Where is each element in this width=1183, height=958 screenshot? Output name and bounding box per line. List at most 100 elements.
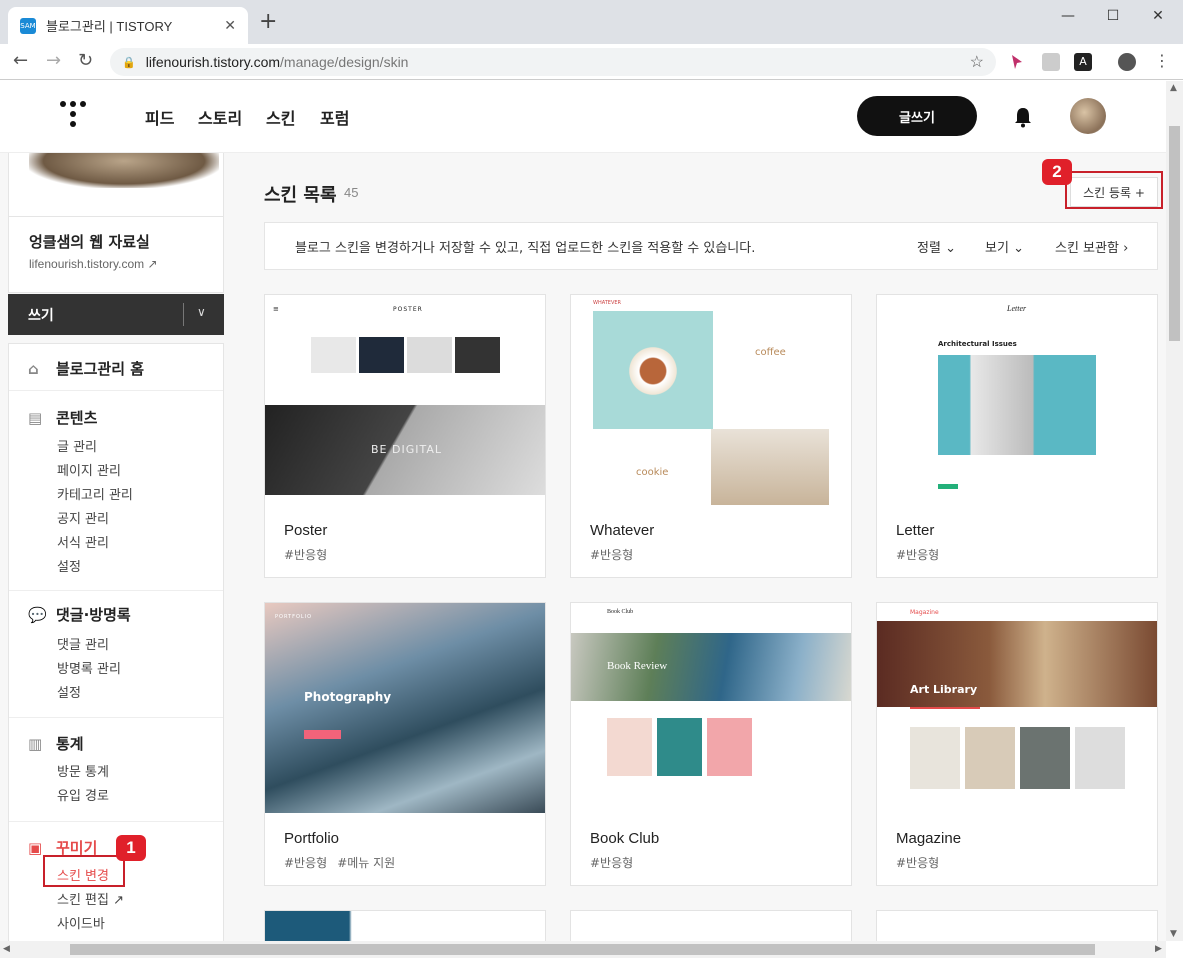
sidebar-sub-sidebar[interactable]: 사이드바 — [57, 913, 105, 932]
skin-name: Poster — [284, 522, 328, 539]
profile-icon[interactable] — [1118, 53, 1136, 71]
minimize-icon[interactable]: — — [1058, 6, 1078, 26]
sidebar-sub-visits[interactable]: 방문 통계 — [57, 761, 109, 780]
sidebar-sub-posts[interactable]: 글 관리 — [57, 436, 97, 455]
skin-card-portfolio[interactable]: PORTFOLIO Photography Portfolio #반응형 #메뉴 … — [264, 602, 546, 886]
browser-tab[interactable]: SAM 블로그관리 | TISTORY ✕ — [8, 7, 248, 44]
skin-thumbnail: PORTFOLIO Photography — [265, 603, 545, 813]
view-dropdown[interactable]: 보기 ⌄ — [985, 237, 1024, 256]
sidebar-sub-templates[interactable]: 서식 관리 — [57, 532, 109, 551]
blog-profile-image — [8, 153, 224, 217]
sidebar-group-contents: ▤ 콘텐츠 글 관리 페이지 관리 카테고리 관리 공지 관리 서식 관리 설정 — [9, 391, 223, 591]
tistory-logo-icon[interactable] — [60, 101, 86, 131]
nav-feed[interactable]: 피드 — [145, 105, 174, 129]
sidebar-sub-comments-settings[interactable]: 설정 — [57, 682, 81, 701]
skin-card-magazine[interactable]: Magazine Art Library Magazine #반응형 — [876, 602, 1158, 886]
skin-thumbnail: WHATEVER coffee cookie — [571, 295, 851, 505]
lock-icon: 🔒 — [122, 56, 136, 69]
skin-card-poster[interactable]: ≡ POSTER BE DIGITAL Poster #반응형 — [264, 294, 546, 578]
back-icon[interactable]: ← — [13, 51, 28, 71]
annotation-badge-2: 2 — [1042, 159, 1072, 185]
skin-tags: #반응형 — [896, 548, 940, 562]
blog-url[interactable]: lifenourish.tistory.com ↗ — [29, 257, 158, 271]
info-bar: 블로그 스킨을 변경하거나 저장할 수 있고, 직접 업로드한 스킨을 적용할 … — [264, 222, 1158, 270]
sidebar-sub-pages[interactable]: 페이지 관리 — [57, 460, 121, 479]
close-window-icon[interactable]: ✕ — [1148, 6, 1168, 26]
horizontal-scrollbar[interactable]: ◀ ▶ — [0, 941, 1166, 958]
maximize-icon[interactable]: ☐ — [1103, 6, 1123, 26]
sidebar-sub-contents-settings[interactable]: 설정 — [57, 556, 81, 575]
extension-a-icon[interactable]: A — [1074, 53, 1092, 71]
bookmark-star-icon[interactable]: ☆ — [970, 52, 984, 72]
tab-close-icon[interactable]: ✕ — [224, 18, 236, 34]
forward-icon[interactable]: → — [46, 51, 61, 71]
blog-info: 엉클샘의 웹 자료실 lifenourish.tistory.com ↗ — [8, 217, 224, 293]
skin-card-partial[interactable] — [264, 910, 546, 941]
skin-name: Book Club — [590, 830, 660, 847]
notification-bell-icon[interactable] — [1013, 106, 1033, 128]
site-header: 피드 스토리 스킨 포럼 글쓰기 — [0, 81, 1166, 153]
browser-toolbar: ← → ↻ 🔒 lifenourish.tistory.com/manage/d… — [0, 44, 1183, 80]
page-title: 스킨 목록 — [264, 185, 337, 206]
sidebar-sub-comments[interactable]: 댓글 관리 — [57, 634, 109, 653]
favicon-icon: SAM — [20, 17, 36, 34]
extension-mail-icon[interactable] — [1042, 53, 1060, 71]
address-bar[interactable]: 🔒 lifenourish.tistory.com/manage/design/… — [110, 48, 996, 76]
skin-count: 45 — [344, 185, 359, 200]
layout-icon: ▣ — [28, 838, 43, 857]
sidebar-group-stats: ▥ 통계 방문 통계 유입 경로 — [9, 718, 223, 822]
vertical-scrollbar[interactable]: ▲ ▼ — [1166, 81, 1183, 941]
skin-thumbnail: Magazine Art Library — [877, 603, 1157, 813]
new-tab-button[interactable]: + — [259, 11, 277, 33]
nav-forum[interactable]: 포럼 — [320, 105, 349, 129]
skin-card-whatever[interactable]: WHATEVER coffee cookie Whatever #반응형 — [570, 294, 852, 578]
document-icon: ▤ — [28, 408, 43, 427]
nav-story[interactable]: 스토리 — [198, 105, 242, 129]
sidebar-item-comments[interactable]: 💬 댓글·방명록 — [28, 604, 131, 625]
reload-icon[interactable]: ↻ — [78, 51, 93, 71]
user-avatar[interactable] — [1070, 98, 1106, 134]
skin-card-partial[interactable] — [570, 910, 852, 941]
sidebar-sub-skin-edit[interactable]: 스킨 편집 ↗ — [57, 889, 124, 908]
external-link-icon: ↗ — [147, 257, 158, 271]
browser-titlebar: SAM 블로그관리 | TISTORY ✕ + — ☐ ✕ — [0, 0, 1183, 44]
home-icon: ⌂ — [28, 359, 39, 378]
sidebar-sub-notices[interactable]: 공지 관리 — [57, 508, 109, 527]
skin-storage-link[interactable]: 스킨 보관함 › — [1055, 237, 1128, 256]
skin-card-partial[interactable] — [876, 910, 1158, 941]
sidebar-sub-referrers[interactable]: 유입 경로 — [57, 785, 109, 804]
chevron-down-icon[interactable]: ∨ — [197, 305, 206, 319]
sidebar: 엉클샘의 웹 자료실 lifenourish.tistory.com ↗ 쓰기 … — [8, 153, 224, 941]
sidebar-item-stats[interactable]: ▥ 통계 — [28, 733, 84, 754]
sidebar-group-home: ⌂ 블로그관리 홈 — [9, 344, 223, 391]
skin-tags: #반응형 #메뉴 지원 — [284, 856, 396, 870]
skin-tags: #반응형 — [896, 856, 940, 870]
sidebar-write-button[interactable]: 쓰기 ∨ — [8, 294, 224, 335]
sidebar-group-comments: 💬 댓글·방명록 댓글 관리 방명록 관리 설정 — [9, 591, 223, 718]
extension-cursor-icon[interactable] — [1008, 53, 1026, 71]
sidebar-sub-categories[interactable]: 카테고리 관리 — [57, 484, 133, 503]
skin-tags: #반응형 — [590, 856, 634, 870]
chevron-right-icon: › — [1123, 241, 1129, 256]
external-link-icon: ↗ — [113, 893, 125, 908]
skin-name: Magazine — [896, 830, 962, 847]
skin-name: Letter — [896, 522, 935, 539]
write-button[interactable]: 글쓰기 — [857, 96, 977, 136]
sidebar-item-home[interactable]: ⌂ 블로그관리 홈 — [28, 358, 144, 379]
skin-register-button[interactable]: 스킨 등록 + — [1070, 177, 1158, 207]
blog-name[interactable]: 엉클샘의 웹 자료실 — [29, 231, 150, 252]
skin-card-letter[interactable]: Letter Architectural Issues Letter #반응형 — [876, 294, 1158, 578]
skin-thumbnail: Letter Architectural Issues — [877, 295, 1157, 505]
browser-menu-icon[interactable]: ⋮ — [1154, 51, 1170, 71]
url-host: lifenourish.tistory.com — [145, 54, 281, 70]
skin-tags: #반응형 — [590, 548, 634, 562]
sort-dropdown[interactable]: 정렬 ⌄ — [917, 237, 956, 256]
sidebar-sub-guestbook[interactable]: 방명록 관리 — [57, 658, 121, 677]
sidebar-item-contents[interactable]: ▤ 콘텐츠 — [28, 407, 97, 428]
skin-card-bookclub[interactable]: Book Club Book Review Book Club #반응형 — [570, 602, 852, 886]
skin-tags: #반응형 — [284, 548, 328, 562]
nav-skin[interactable]: 스킨 — [266, 105, 295, 129]
bar-chart-icon: ▥ — [28, 734, 43, 753]
chevron-down-icon: ⌄ — [945, 241, 956, 256]
highlight-skin-change — [43, 855, 125, 887]
